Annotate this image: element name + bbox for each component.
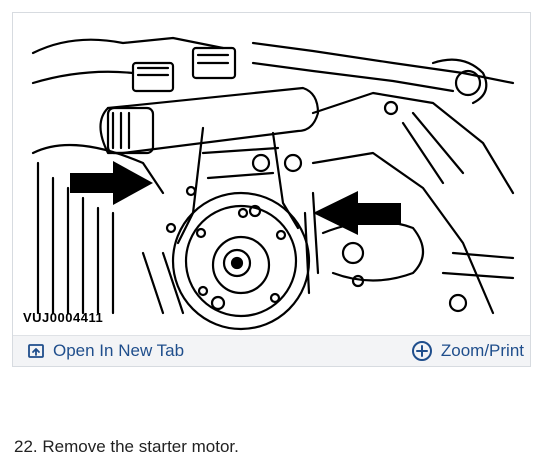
figure-card: VUJ0004411 Open In New Tab Zoom/Print bbox=[12, 12, 531, 367]
zoom-print-label: Zoom/Print bbox=[440, 341, 524, 360]
open-in-new-tab-label: Open In New Tab bbox=[53, 341, 185, 360]
plus-circle-icon bbox=[411, 340, 433, 362]
open-in-new-tab-icon bbox=[27, 342, 45, 360]
step-instruction: 22. Remove the starter motor. bbox=[14, 437, 239, 456]
figure-id-label: VUJ0004411 bbox=[23, 310, 103, 325]
open-in-new-tab-button[interactable]: Open In New Tab bbox=[27, 341, 184, 361]
zoom-print-button[interactable]: Zoom/Print bbox=[411, 340, 524, 362]
right-pointer-arrow bbox=[313, 191, 401, 235]
starter-motor-illustration: VUJ0004411 bbox=[13, 13, 530, 335]
figure-toolbar: Open In New Tab Zoom/Print bbox=[13, 335, 530, 366]
